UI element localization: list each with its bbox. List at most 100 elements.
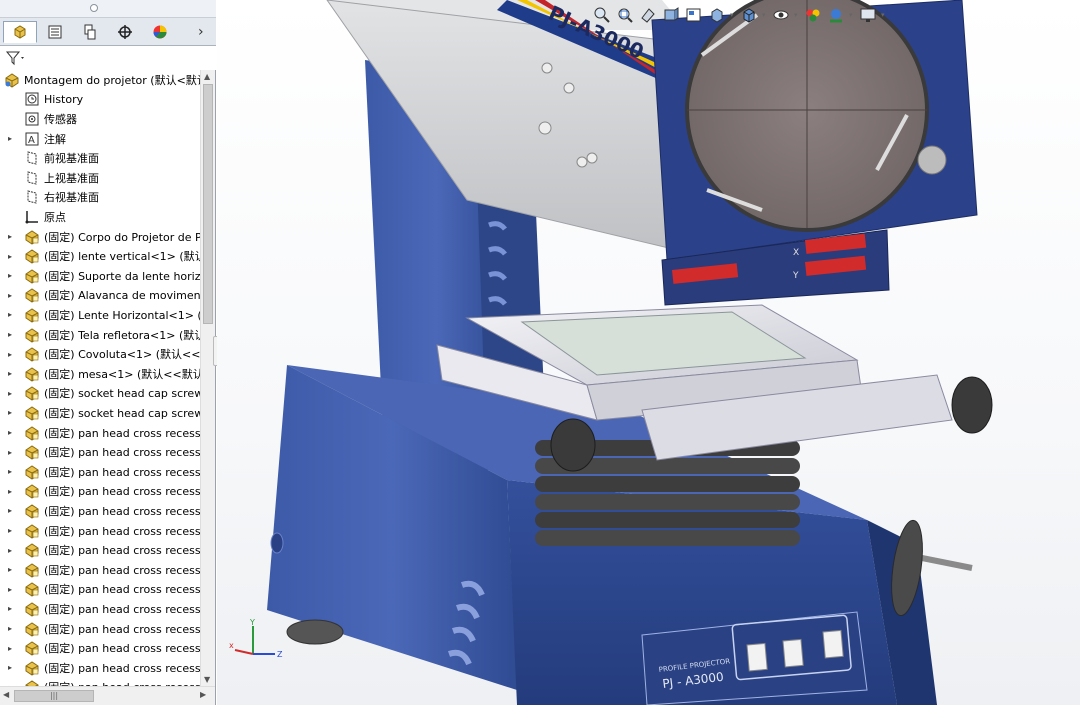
expand-arrow-icon[interactable]: ▸ [8, 604, 16, 613]
expand-arrow-icon[interactable]: ▸ [8, 252, 16, 261]
scrollbar-thumb[interactable] [203, 84, 213, 324]
tree-item[interactable]: ▸ (固定) Corpo do Projetor de P [0, 227, 200, 247]
expand-arrow-icon[interactable]: ▸ [8, 487, 16, 496]
tree-item[interactable]: History [0, 90, 200, 110]
tree-item[interactable]: ▸(固定) pan head cross recess s [0, 638, 200, 658]
expand-arrow-icon[interactable]: ▸ [8, 350, 16, 359]
expand-arrow-icon[interactable]: ▸ [8, 232, 16, 241]
previous-view-button[interactable] [638, 5, 658, 25]
tree-item[interactable]: ▸ A 注解 [0, 129, 200, 149]
tree-item[interactable]: ▸ (固定) socket head cap screw_ [0, 384, 200, 404]
tab-dimxpert[interactable] [108, 21, 142, 43]
tab-display-manager[interactable] [143, 21, 177, 43]
expand-arrow-icon[interactable]: ▸ [8, 546, 16, 555]
expand-arrow-icon[interactable]: ▸ [8, 506, 16, 515]
expand-arrow-icon[interactable]: ▸ [8, 663, 16, 672]
scroll-up-icon[interactable]: ▲ [204, 72, 210, 81]
tree-item[interactable]: ▸(固定) pan head cross recess s [0, 658, 200, 678]
expand-arrow-icon[interactable]: ▸ [8, 624, 16, 633]
tree-root-item[interactable]: Montagem do projetor (默认<默认 [0, 70, 200, 90]
expand-arrow-icon[interactable]: ▸ [8, 585, 16, 594]
expand-arrow-icon[interactable]: ▸ [8, 271, 16, 280]
tree-item[interactable]: ▸ (固定) lente vertical<1> (默认< [0, 246, 200, 266]
expand-arrow-icon[interactable]: ▸ [8, 291, 16, 300]
tree-item[interactable]: ▸(固定) pan head cross recess s [0, 501, 200, 521]
scroll-down-icon[interactable]: ▼ [204, 675, 210, 684]
tree-item[interactable]: ▸(固定) pan head cross recess s [0, 619, 200, 639]
tree-item-label: (固定) pan head cross recess s [44, 485, 200, 499]
dynamic-annotation-button[interactable] [684, 5, 704, 25]
tab-feature-manager[interactable] [3, 21, 37, 43]
panel-grip-handle[interactable] [90, 4, 98, 12]
expand-arrow-icon[interactable]: ▸ [8, 389, 16, 398]
expand-arrow-icon[interactable]: ▸ [8, 644, 16, 653]
expand-arrow-icon[interactable]: ▸ [8, 428, 16, 437]
assembly-icon [4, 72, 20, 88]
tree-item[interactable]: ▸(固定) pan head cross recess s [0, 442, 200, 462]
filter-bar [0, 46, 216, 70]
tabs-scroll-right-icon[interactable]: › [198, 23, 210, 41]
expand-arrow-icon[interactable]: ▸ [8, 565, 16, 574]
edit-appearance-button[interactable] [803, 5, 823, 25]
hud-dropdown-icon-4[interactable]: ▾ [849, 11, 855, 19]
hud-dropdown-icon[interactable]: ▾ [730, 11, 736, 19]
view-orientation-button[interactable] [707, 5, 727, 25]
panel-grip[interactable] [0, 0, 216, 18]
expand-arrow-icon[interactable]: ▸ [8, 526, 16, 535]
tree-item[interactable]: ▸(固定) pan head cross recess s [0, 678, 200, 686]
tab-property-manager[interactable] [38, 21, 72, 43]
graphics-viewport[interactable]: PROFILE PROJECTOR PJ - A3000 PJ-A3000 X … [217, 0, 1080, 705]
display-style-icon [743, 8, 755, 23]
tree-item[interactable]: ▸ (固定) Covoluta<1> (默认<<默 [0, 344, 200, 364]
tree-item[interactable]: 右视基准面 [0, 188, 200, 208]
tree-item[interactable]: 前视基准面 [0, 148, 200, 168]
tree-item[interactable]: 上视基准面 [0, 168, 200, 188]
hud-dropdown-icon-3[interactable]: ▾ [794, 11, 800, 19]
tree-item[interactable]: ▸(固定) pan head cross recess s [0, 521, 200, 541]
tree-item[interactable]: ▸(固定) pan head cross recess s [0, 599, 200, 619]
tree-item[interactable]: ▸(固定) pan head cross recess s [0, 580, 200, 600]
display-style-button[interactable] [739, 5, 759, 25]
tree-item[interactable]: ▸(固定) pan head cross recess s [0, 540, 200, 560]
filter-icon[interactable] [5, 50, 27, 66]
section-view-button[interactable] [661, 5, 681, 25]
tree-item[interactable]: ▸ (固定) socket head cap screw_ [0, 403, 200, 423]
expand-arrow-icon[interactable]: ▸ [8, 448, 16, 457]
scroll-left-icon[interactable]: ◀ [3, 690, 9, 699]
tree-item[interactable]: ▸ (固定) pan head cross recess s [0, 482, 200, 502]
tree-item[interactable]: 原点 [0, 207, 200, 227]
zoom-to-fit-button[interactable] [592, 5, 612, 25]
view-settings-button[interactable] [858, 5, 878, 25]
tree-horizontal-scrollbar[interactable]: ◀ ||| ▶ [0, 686, 215, 705]
hide-show-button[interactable] [771, 5, 791, 25]
scroll-right-icon[interactable]: ▶ [200, 690, 206, 699]
part-icon [24, 464, 40, 480]
expand-arrow-icon[interactable]: ▸ [8, 134, 16, 143]
expand-arrow-icon[interactable]: ▸ [8, 310, 16, 319]
tree-item[interactable]: ▸ (固定) Tela refletora<1> (默认< [0, 325, 200, 345]
expand-arrow-icon[interactable]: ▸ [8, 467, 16, 476]
feature-manager-icon [14, 25, 26, 39]
tree-item[interactable]: ▸(固定) pan head cross recess s [0, 560, 200, 580]
tree-item[interactable]: 传感器 [0, 109, 200, 129]
triad-x-label: x [229, 641, 234, 650]
tree-item[interactable]: ▸ (固定) mesa<1> (默认<<默认> [0, 364, 200, 384]
expand-arrow-icon[interactable]: ▸ [8, 369, 16, 378]
expand-arrow-icon[interactable]: ▸ [8, 408, 16, 417]
tree-item[interactable]: ▸ (固定) Suporte da lente horizo [0, 266, 200, 286]
svg-text:A: A [28, 135, 35, 146]
tree-item[interactable]: ▸(固定) pan head cross recess s [0, 423, 200, 443]
tree-item[interactable]: ▸ (固定) Alavanca de movimenta [0, 286, 200, 306]
hud-dropdown-icon-5[interactable]: ▾ [881, 11, 887, 19]
zoom-to-area-button[interactable] [615, 5, 635, 25]
hud-dropdown-icon-2[interactable]: ▾ [762, 11, 768, 19]
tab-configuration-manager[interactable] [73, 21, 107, 43]
projector-model[interactable]: PROFILE PROJECTOR PJ - A3000 PJ-A3000 X … [217, 0, 1080, 705]
tree-item[interactable]: ▸ (固定) Lente Horizontal<1> (默 [0, 305, 200, 325]
tree-item[interactable]: ▸(固定) pan head cross recess s [0, 462, 200, 482]
part-icon [24, 601, 40, 617]
apply-scene-button[interactable] [826, 5, 846, 25]
horizontal-scrollbar-thumb[interactable]: ||| [14, 690, 94, 702]
expand-arrow-icon[interactable]: ▸ [8, 330, 16, 339]
tree-vertical-scrollbar[interactable]: ▲ ▼ [200, 70, 215, 686]
